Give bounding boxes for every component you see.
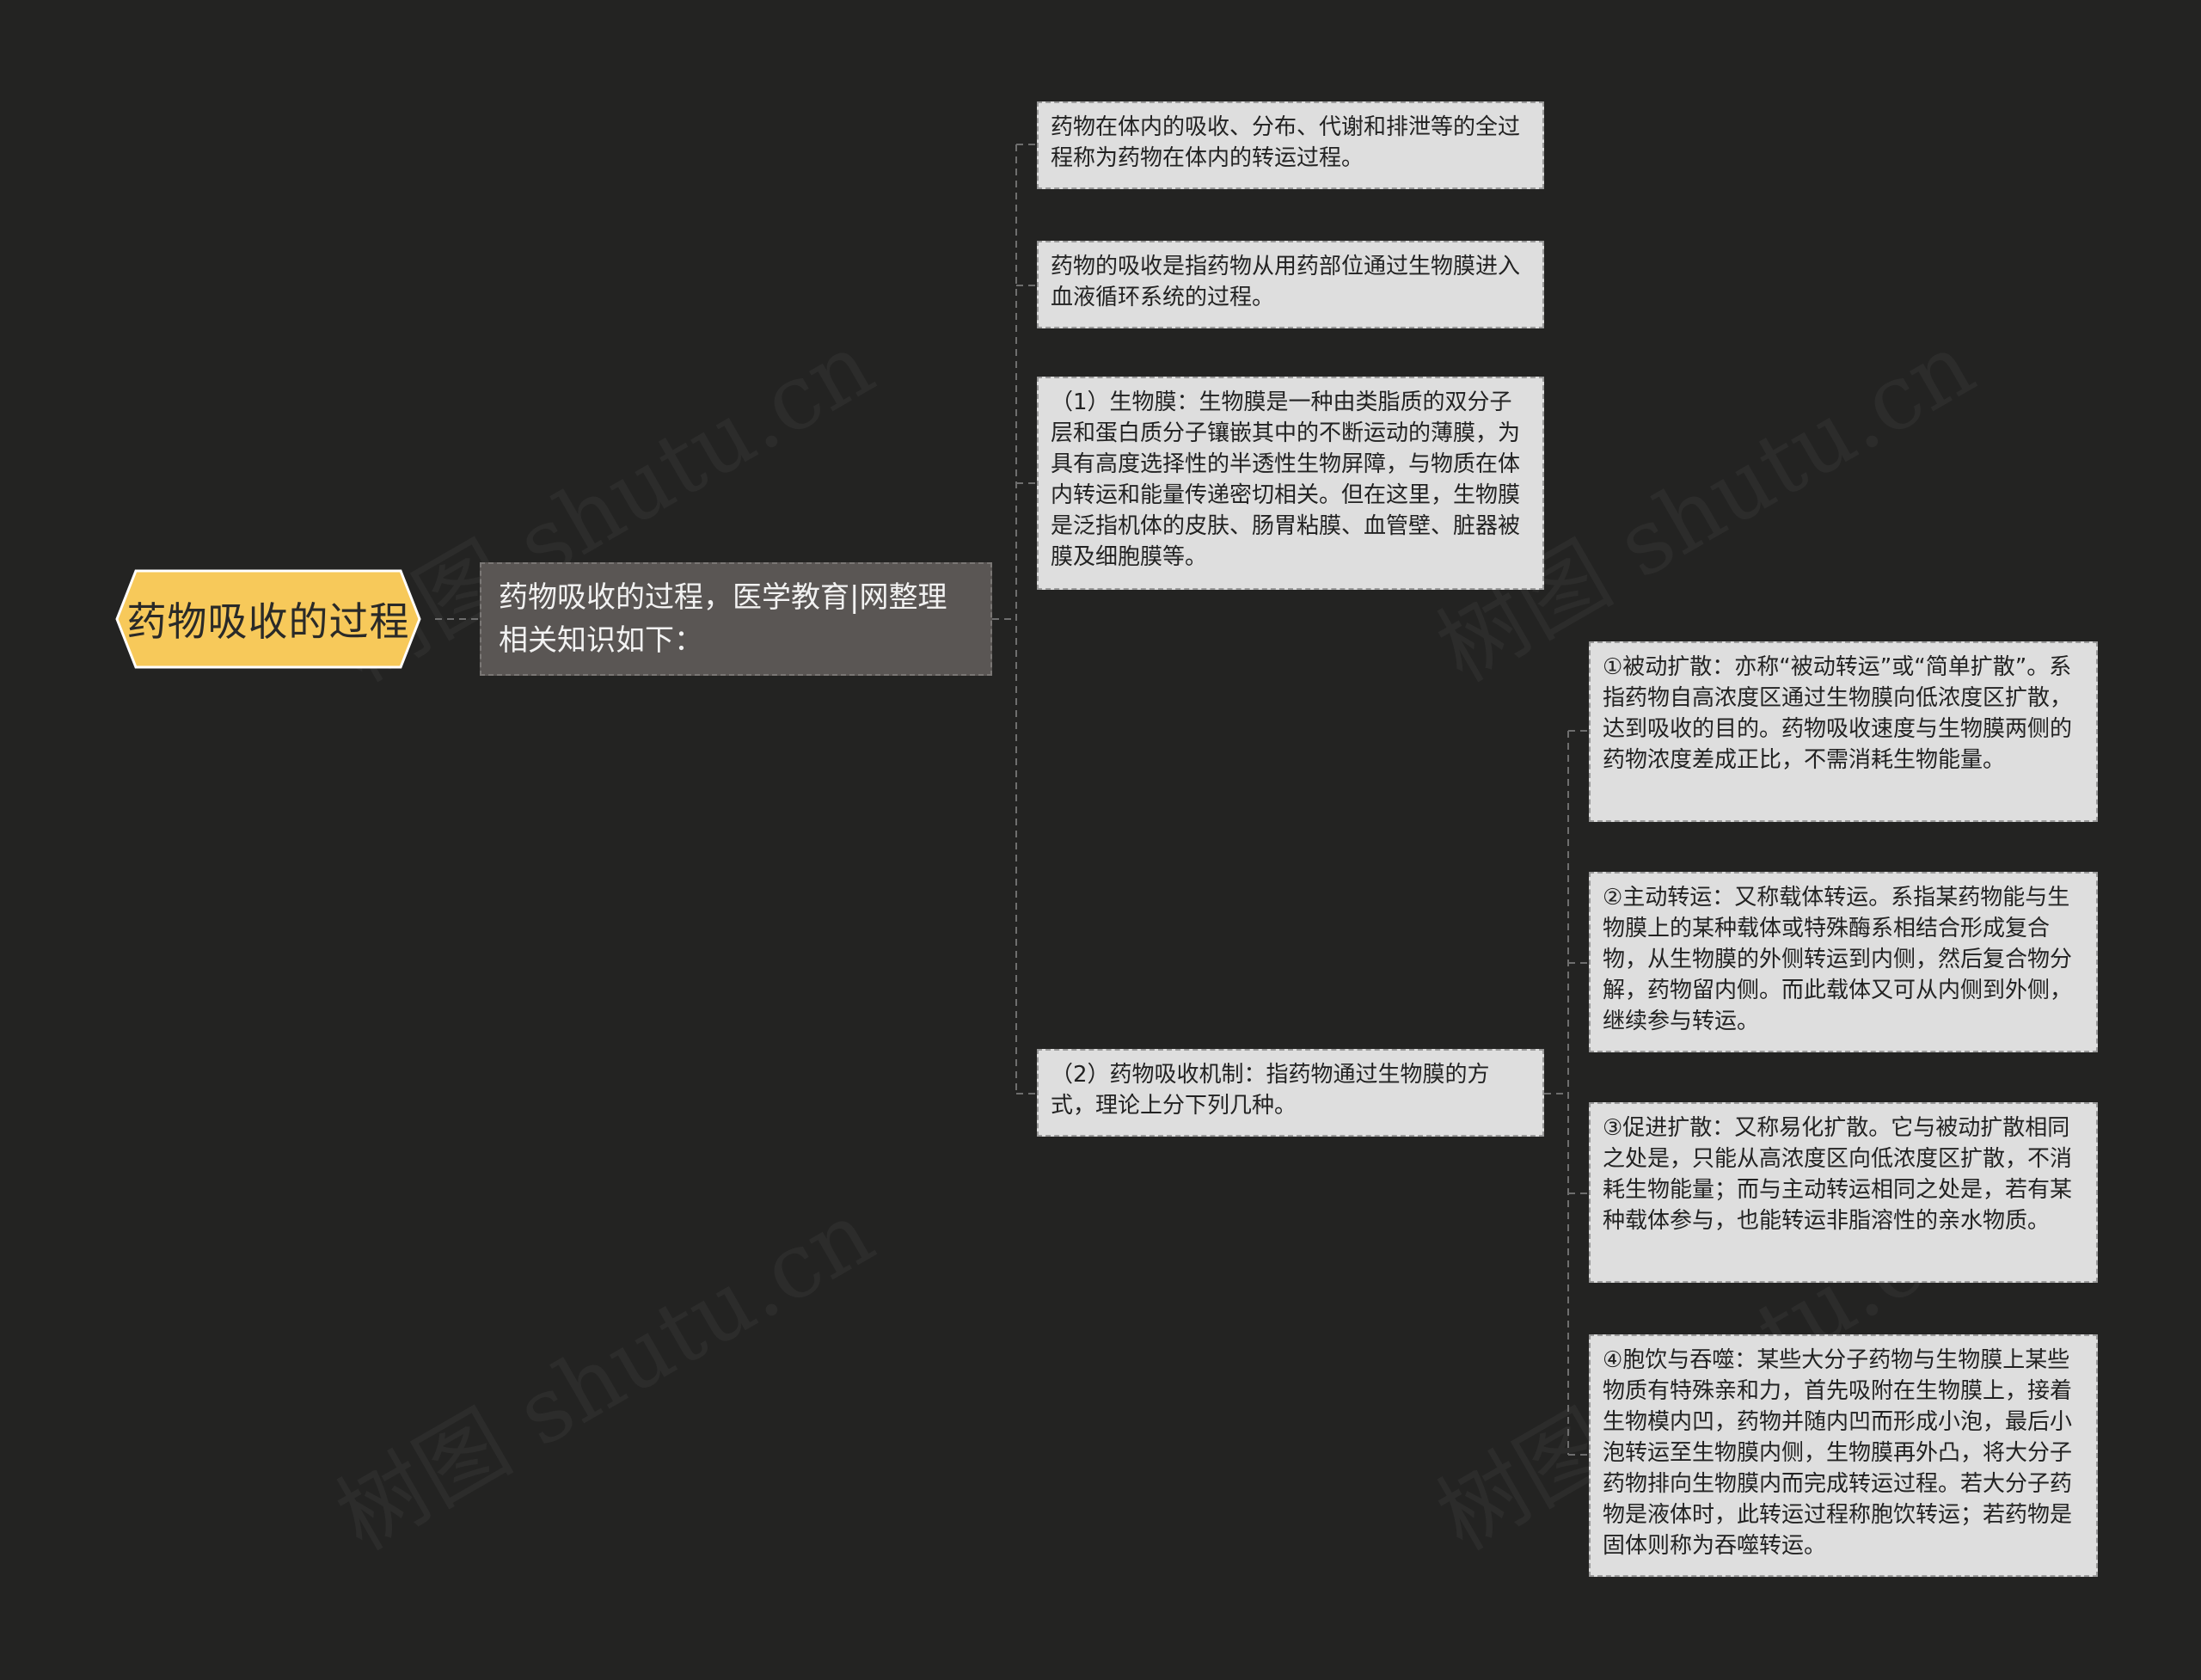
mechanism-node-active-transport[interactable]: ②主动转运：又称载体转运。系指某药物能与生物膜上的某种载体或特殊酶系相结合形成复… <box>1589 872 2098 1052</box>
child-node-transport-process[interactable]: 药物在体内的吸收、分布、代谢和排泄等的全过程称为药物在体内的转运过程。 <box>1037 101 1544 189</box>
mechanism-node-pinocytosis-phagocytosis[interactable]: ④胞饮与吞噬：某些大分子药物与生物膜上某些物质有特殊亲和力，首先吸附在生物膜上，… <box>1589 1334 2098 1577</box>
root-label: 药物吸收的过程 <box>126 598 410 645</box>
child-node-biomembrane[interactable]: （1）生物膜：生物膜是一种由类脂质的双分子层和蛋白质分子镶嵌其中的不断运动的薄膜… <box>1037 377 1544 590</box>
watermark: 树图 shutu.cn <box>310 1162 892 1573</box>
mechanism-node-passive-diffusion[interactable]: ①被动扩散：亦称“被动转运”或“简单扩散”。系指药物自高浓度区通过生物膜向低浓度… <box>1589 641 2098 822</box>
child-node-absorption-definition[interactable]: 药物的吸收是指药物从用药部位通过生物膜进入血液循环系统的过程。 <box>1037 241 1544 328</box>
mindmap-canvas: 树图 shutu.cn 树图 shutu.cn 树图 shutu.cn 树图 s… <box>0 0 2201 1680</box>
root-node[interactable]: 药物吸收的过程 <box>101 567 435 671</box>
child-node-absorption-mechanism[interactable]: （2）药物吸收机制：指药物通过生物膜的方式，理论上分下列几种。 <box>1037 1049 1544 1137</box>
branch-node[interactable]: 药物吸收的过程，医学教育|网整理相关知识如下： <box>480 562 992 676</box>
mechanism-node-facilitated-diffusion[interactable]: ③促进扩散：又称易化扩散。它与被动扩散相同之处是，只能从高浓度区向低浓度区扩散，… <box>1589 1102 2098 1283</box>
